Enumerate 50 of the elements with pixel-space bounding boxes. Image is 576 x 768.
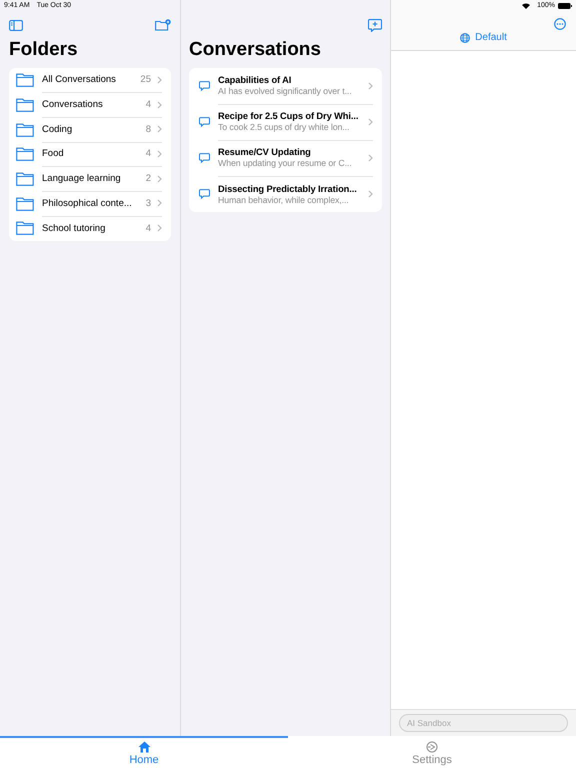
chevron-icon [368, 118, 373, 126]
conversation-preview: AI has evolved significantly over t... [218, 86, 353, 96]
folder-icon [16, 196, 34, 211]
folder-icon [16, 221, 34, 236]
chat-bubble-icon [199, 117, 210, 127]
chat-bubble-icon [199, 81, 210, 91]
chat-bubble-icon [199, 189, 210, 199]
folder-icon [16, 147, 34, 162]
more-icon[interactable] [554, 18, 566, 30]
conversation-title[interactable]: Capabilities of AI [218, 75, 364, 85]
chat-bubble-icon [199, 153, 210, 163]
conversation-title[interactable]: Dissecting Predictably Irration... [218, 184, 364, 194]
chevron-icon [157, 174, 162, 183]
chevron-icon [157, 76, 162, 84]
wifi-icon [522, 2, 530, 8]
folder-icon [16, 73, 34, 88]
new-folder-icon[interactable] [155, 19, 171, 31]
folder-item[interactable]: Conversations 4 [42, 92, 162, 118]
chevron-icon [368, 82, 373, 90]
conversation-preview: To cook 2.5 cups of dry white lon... [218, 122, 350, 132]
folder-icon [16, 122, 34, 137]
conversations-title: Conversations [189, 38, 322, 62]
folder-item[interactable]: Coding 8 [42, 116, 162, 143]
conversation-preview: Human behavior, while complex,... [218, 194, 350, 204]
conversation-title[interactable]: Recipe for 2.5 Cups of Dry Whi... [218, 111, 364, 121]
home-icon [138, 740, 150, 752]
chevron-icon [157, 125, 162, 134]
folder-icon [16, 172, 34, 186]
folder-icon [16, 98, 34, 112]
globe-icon [460, 32, 470, 42]
mode-selector[interactable]: Default [460, 32, 507, 43]
tab-button[interactable]: Home [0, 736, 288, 768]
sidebar-icon[interactable] [9, 20, 23, 30]
chevron-icon [368, 190, 373, 198]
folder-item[interactable]: All Conversations 25 [42, 68, 162, 94]
chevron-icon [157, 224, 162, 232]
folder-item[interactable]: Food 4 [42, 142, 162, 168]
folder-item[interactable]: Philosophical conte... 3 [42, 190, 162, 217]
chevron-icon [368, 154, 373, 162]
message-field[interactable]: AI Sandbox [399, 714, 568, 732]
chevron-icon [157, 150, 162, 158]
conversation-title[interactable]: Resume/CV Updating [218, 147, 364, 157]
chevron-icon [157, 100, 162, 109]
chevron-icon [157, 199, 162, 208]
new-chat-icon[interactable] [368, 18, 382, 32]
folders-title: Folders [9, 38, 79, 62]
folder-item[interactable]: Language learning 2 [42, 166, 162, 192]
conversation-preview: When updating your resume or C... [218, 158, 353, 168]
folder-item[interactable]: School tutoring 4 [42, 216, 162, 241]
gauge-icon [426, 740, 438, 752]
